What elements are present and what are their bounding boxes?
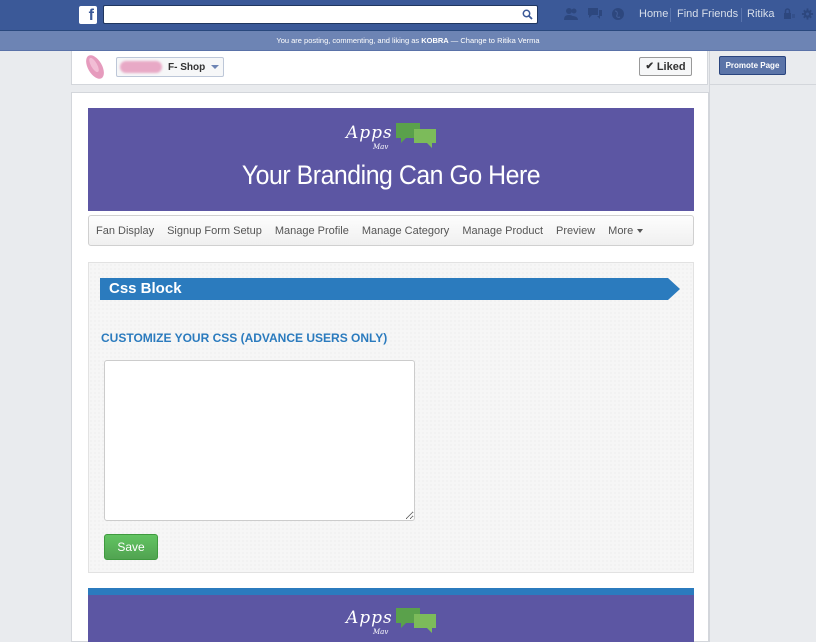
apps-logo-text: Apps — [346, 123, 393, 143]
liked-button[interactable]: ✔ Liked — [639, 57, 692, 76]
checkmark-icon: ✔ — [645, 61, 654, 72]
page-name: F- Shop — [168, 61, 206, 73]
blurred-name — [120, 61, 162, 73]
promote-page-button[interactable]: Promote Page — [719, 56, 786, 75]
posting-as-name: KOBRA — [421, 36, 449, 45]
posting-as-bar: You are posting, commenting, and liking … — [0, 31, 816, 51]
top-navigation-bar: f Home Find Friends Ritika — [0, 0, 816, 31]
search-box — [103, 5, 538, 25]
search-input[interactable] — [104, 7, 514, 25]
nav-manage-product[interactable]: Manage Product — [462, 225, 543, 237]
divider — [741, 8, 742, 22]
css-block-title: Css Block — [109, 280, 182, 297]
branding-text: Your Branding Can Go Here — [241, 160, 541, 190]
nav-manage-category[interactable]: Manage Category — [362, 225, 449, 237]
liked-label: Liked — [656, 60, 686, 73]
nav-fan-display[interactable]: Fan Display — [96, 225, 154, 237]
save-button[interactable]: Save — [104, 534, 158, 560]
apps-logo-text: Apps — [346, 608, 393, 628]
nav-signup-form-setup[interactable]: Signup Form Setup — [167, 225, 262, 237]
nav-manage-profile[interactable]: Manage Profile — [275, 225, 349, 237]
section-ribbon — [100, 278, 680, 300]
page-header: F- Shop ✔ Liked — [71, 51, 708, 85]
profile-link[interactable]: Ritika — [747, 8, 775, 20]
footer-banner: Apps Mav — [88, 588, 694, 642]
css-textarea[interactable] — [104, 360, 415, 521]
friend-requests-icon[interactable] — [563, 7, 579, 21]
apps-logo-sub: Mav — [373, 628, 389, 636]
page-avatar[interactable] — [81, 54, 109, 82]
customize-css-heading: CUSTOMIZE YOUR CSS (ADVANCE USERS ONLY) — [101, 331, 388, 345]
messages-icon[interactable] — [587, 7, 603, 21]
posting-as-prefix: You are posting, commenting, and liking … — [276, 36, 422, 45]
notifications-globe-icon[interactable] — [611, 7, 627, 21]
right-rail — [709, 51, 816, 642]
app-nav-bar: Fan Display Signup Form Setup Manage Pro… — [88, 215, 694, 246]
search-icon[interactable] — [522, 9, 533, 20]
nav-more-dropdown[interactable]: More — [608, 224, 644, 237]
find-friends-link[interactable]: Find Friends — [677, 8, 738, 20]
settings-gear-icon[interactable] — [801, 7, 814, 21]
nav-preview[interactable]: Preview — [556, 225, 595, 237]
chevron-down-icon — [637, 228, 644, 233]
change-identity-link[interactable]: — Change to Ritika Verma — [449, 36, 540, 45]
apps-logo-sub: Mav — [373, 143, 389, 151]
facebook-logo-icon[interactable]: f — [79, 6, 97, 24]
page-selector-dropdown[interactable]: F- Shop — [116, 57, 225, 77]
divider — [710, 84, 816, 85]
home-link[interactable]: Home — [639, 8, 668, 20]
chat-bubbles-icon — [396, 123, 436, 148]
privacy-shortcuts-icon[interactable] — [782, 7, 796, 21]
chevron-down-icon — [211, 65, 220, 69]
branding-banner: Apps Mav Your Branding Can Go Here — [88, 108, 694, 211]
chat-bubbles-icon — [396, 608, 436, 633]
divider — [670, 8, 671, 22]
more-label: More — [608, 224, 634, 237]
